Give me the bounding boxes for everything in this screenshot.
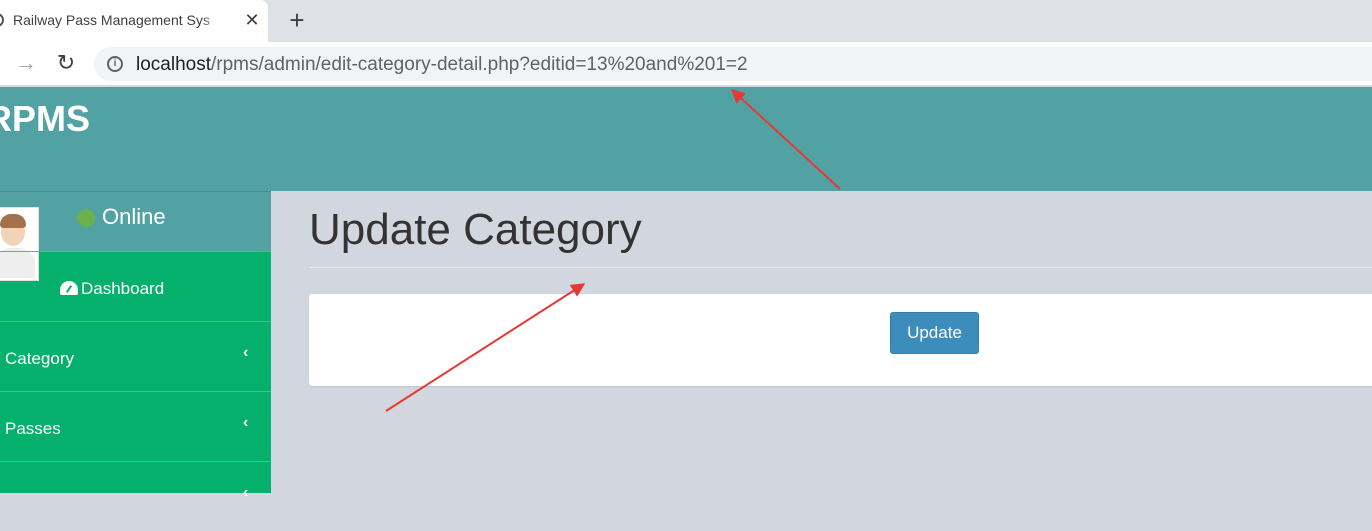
online-status-icon [77,209,95,227]
online-status-text: Online [102,204,166,229]
browser-toolbar: → ↻ i localhost/rpms/admin/edit-category… [0,42,1372,86]
chevron-left-icon: ‹ [243,414,249,431]
tab-title-fade [200,8,224,34]
url-host: localhost [136,54,211,75]
chevron-left-icon: ‹ [243,344,249,361]
sidebar-item-label: Passes [5,419,61,438]
url-path: /rpms/admin/edit-category-detail.php?edi… [211,54,748,75]
page-title: Update Category [309,205,642,254]
sidebar-item-dashboard[interactable]: Dashboard [0,251,271,321]
address-bar[interactable]: i localhost/rpms/admin/edit-category-det… [94,47,1372,81]
close-tab-icon[interactable]: ✕ [240,8,264,32]
dashboard-icon [60,281,78,295]
chevron-left-icon: ‹ [243,484,249,501]
browser-tab[interactable]: Railway Pass Management Sys ✕ [0,0,268,42]
new-tab-button[interactable]: + [283,6,311,34]
brand-logo[interactable]: RPMS [0,98,90,140]
sidebar-item-passes[interactable]: Passes ‹ [0,391,271,461]
url-text[interactable]: localhost/rpms/admin/edit-category-detai… [136,54,748,75]
sidebar-item-label: Category [5,349,74,368]
sidebar-item-category[interactable]: Category ‹ [0,321,271,391]
sidebar-item-label: Dashboard [81,279,165,298]
dashboard-needle [65,285,73,293]
forward-arrow-icon[interactable]: → [13,50,39,76]
browser-tabstrip: Railway Pass Management Sys ✕ + [0,0,1372,42]
sidebar-item-partial[interactable]: ‹ [0,461,271,531]
avatar-hair [0,214,26,228]
reload-icon[interactable]: ↻ [53,50,79,76]
update-button[interactable]: Update [890,312,979,354]
favicon-icon [0,13,4,27]
user-panel: Online [0,191,271,281]
site-info-icon[interactable]: i [107,56,123,72]
title-divider [309,267,1372,268]
sidebar: Online Dashboard Category ‹ Passes ‹ ‹ [0,191,271,501]
update-form-box: Update [309,294,1372,386]
app-header: RPMS [0,87,1372,191]
tab-title: Railway Pass Management Sys [13,12,210,28]
